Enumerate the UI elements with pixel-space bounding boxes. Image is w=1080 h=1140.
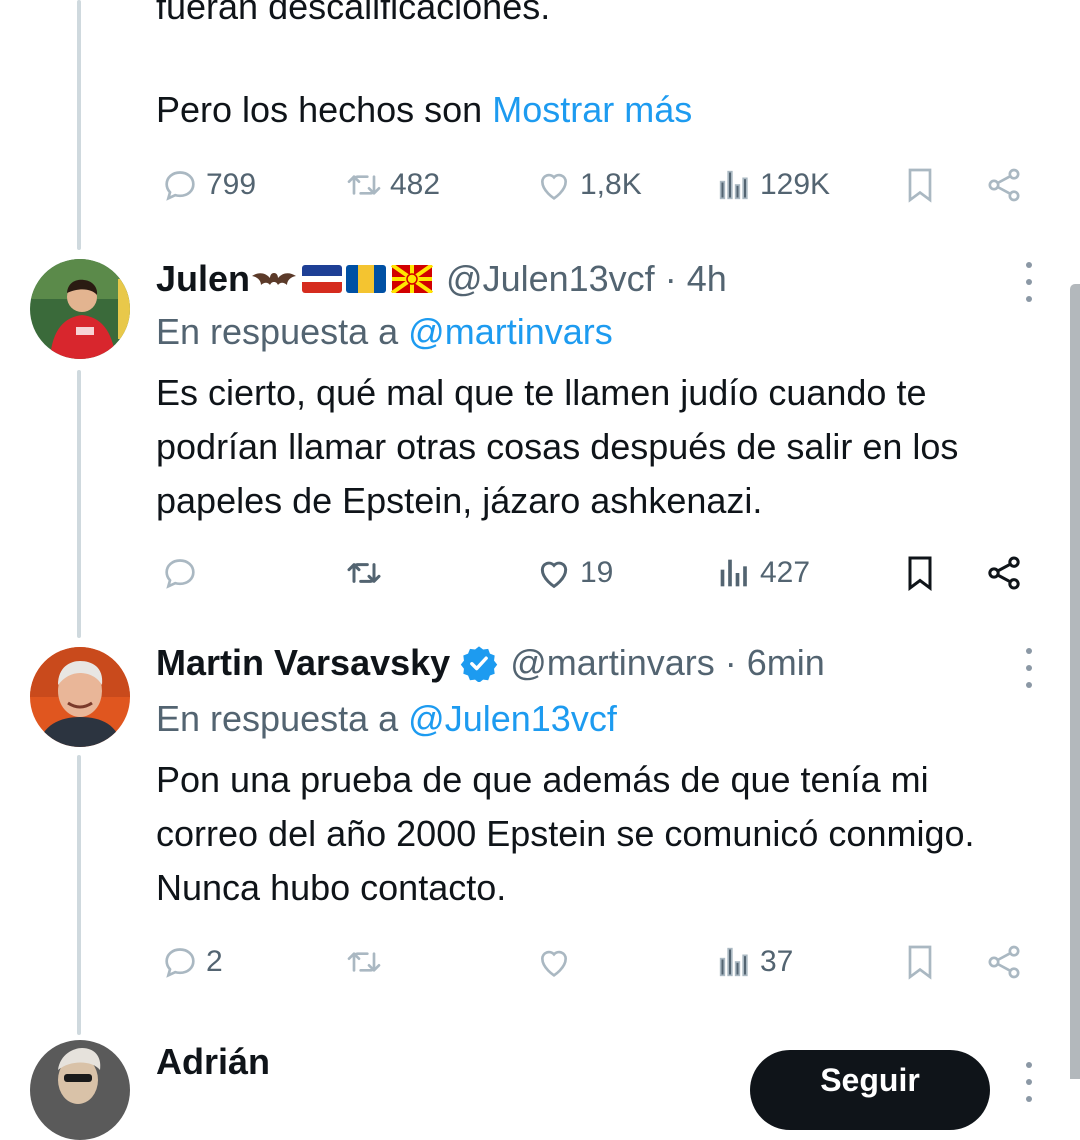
retweet-icon — [347, 563, 381, 583]
display-name[interactable]: Adrián — [156, 1040, 270, 1084]
more-options-button[interactable] — [1018, 262, 1040, 302]
avatar[interactable] — [30, 1040, 130, 1140]
like-button[interactable]: 1,8K — [534, 160, 642, 210]
tweet-text: Es cierto, qué mal que te llamen judío c… — [156, 372, 959, 521]
follow-button[interactable]: Seguir — [750, 1050, 990, 1130]
share-button[interactable] — [984, 937, 1024, 987]
reply-count: 799 — [206, 168, 257, 201]
replying-to-handle[interactable]: @martinvars — [408, 311, 613, 352]
thread-line — [77, 0, 81, 250]
tweet-header: Martin Varsavsky @martinvars · 6min — [156, 641, 825, 685]
like-button[interactable]: 19 — [534, 548, 613, 598]
bookmark-icon — [908, 168, 932, 203]
timestamp[interactable]: 4h — [687, 257, 727, 301]
views-button[interactable]: 37 — [714, 937, 793, 987]
views-button[interactable]: 129K — [714, 160, 830, 210]
bookmark-icon — [908, 556, 932, 591]
replying-to-handle[interactable]: @Julen13vcf — [408, 698, 617, 739]
views-count: 129K — [760, 168, 831, 201]
reply-icon — [165, 171, 195, 201]
share-icon — [988, 556, 1020, 590]
replying-to-prefix: En respuesta a — [156, 311, 409, 352]
thread-line — [77, 755, 81, 1035]
bookmark-icon — [908, 945, 932, 980]
retweet-icon — [347, 952, 381, 972]
verified-badge-icon — [460, 646, 498, 682]
avatar[interactable] — [30, 259, 130, 359]
avatar-image — [30, 259, 130, 359]
reply-count: 2 — [206, 945, 223, 978]
avatar-image — [30, 647, 130, 747]
bookmark-button[interactable] — [900, 937, 940, 987]
thread-line — [77, 370, 81, 638]
scrollbar[interactable] — [1070, 284, 1080, 1079]
views-count: 37 — [760, 945, 794, 978]
like-button[interactable] — [534, 937, 580, 987]
analytics-icon — [719, 170, 748, 200]
tweet-text: Pero los hechos son Mostrar más — [156, 83, 1036, 137]
share-icon — [988, 945, 1020, 979]
user-handle[interactable]: @martinvars — [510, 641, 715, 685]
tweet-header: Julen @Julen13vcf · 4h — [156, 257, 727, 301]
tweet-header: Adrián — [156, 1040, 270, 1084]
flag-icon — [346, 265, 387, 293]
dot-separator: · — [664, 258, 677, 299]
share-icon — [988, 168, 1020, 202]
heart-icon — [540, 561, 568, 589]
share-button[interactable] — [984, 548, 1024, 598]
views-count: 427 — [760, 556, 811, 589]
bat-emoji — [252, 273, 297, 285]
timestamp[interactable]: 6min — [747, 641, 825, 685]
show-more-link[interactable]: Mostrar más — [492, 89, 692, 130]
replying-to: En respuesta a @Julen13vcf — [156, 697, 617, 741]
reply-button[interactable]: 799 — [160, 160, 256, 210]
replying-to-prefix: En respuesta a — [156, 698, 409, 739]
retweet-count: 482 — [390, 168, 441, 201]
reply-button[interactable]: 2 — [160, 937, 223, 987]
retweet-button[interactable] — [344, 548, 390, 598]
display-name[interactable]: Martin Varsavsky — [156, 641, 450, 685]
user-handle[interactable]: @Julen13vcf — [446, 257, 655, 301]
analytics-icon — [719, 947, 748, 977]
flag-icon — [302, 265, 343, 293]
like-count: 1,8K — [580, 168, 642, 201]
share-button[interactable] — [984, 160, 1024, 210]
avatar[interactable] — [30, 647, 130, 747]
reply-icon — [165, 559, 195, 589]
dot-separator: · — [724, 642, 737, 683]
heart-icon — [540, 173, 568, 200]
tweet-text: Pon una prueba de que además de que tení… — [156, 759, 975, 908]
replying-to: En respuesta a @martinvars — [156, 310, 613, 354]
views-button[interactable]: 427 — [714, 548, 810, 598]
north-macedonia-flag-icon — [390, 265, 434, 293]
retweet-button[interactable]: 482 — [344, 160, 440, 210]
tweet-text-line: Pero los hechos son — [156, 89, 493, 130]
tweet-actions: 799 482 1,8K 129K — [156, 160, 1036, 210]
bookmark-button[interactable] — [900, 548, 940, 598]
more-options-button[interactable] — [1018, 1062, 1040, 1102]
tweet-text: fueran descalificaciones. — [156, 0, 1036, 34]
tweet-actions: 19 427 — [156, 548, 1036, 598]
bookmark-button[interactable] — [900, 160, 940, 210]
tweet-actions: 2 37 — [156, 937, 1036, 987]
display-name[interactable]: Julen — [156, 257, 250, 301]
reply-icon — [165, 948, 195, 978]
more-options-button[interactable] — [1018, 648, 1040, 688]
retweet-button[interactable] — [344, 937, 390, 987]
retweet-icon — [347, 175, 381, 195]
heart-icon — [540, 950, 568, 977]
tweet-text-line: fueran descalificaciones. — [156, 0, 551, 27]
avatar-image — [30, 1040, 130, 1140]
like-count: 19 — [580, 556, 614, 589]
analytics-icon — [720, 559, 747, 587]
reply-button[interactable] — [160, 548, 206, 598]
